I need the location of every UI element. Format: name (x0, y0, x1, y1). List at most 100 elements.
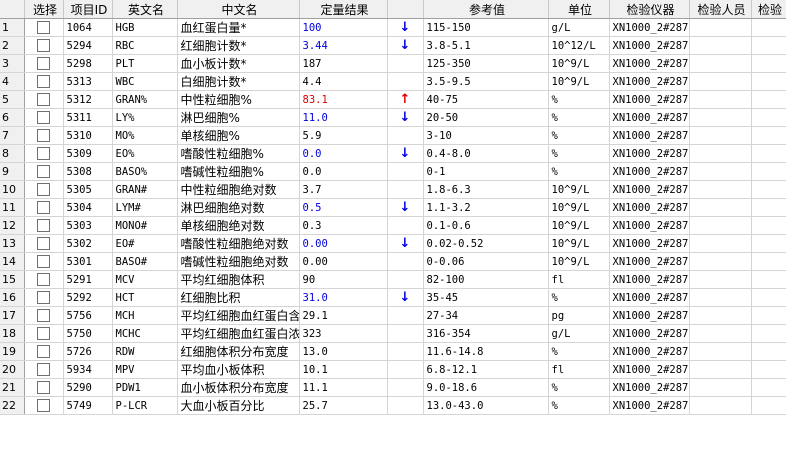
col-header-select[interactable]: 选择 (24, 0, 64, 19)
unit-cell[interactable]: pg (548, 306, 610, 325)
row-number[interactable]: 6 (0, 108, 25, 127)
select-cell[interactable] (24, 288, 64, 307)
item-id-cell[interactable]: 5749 (63, 396, 113, 415)
en-name-cell[interactable]: P-LCR (112, 396, 178, 415)
result-cell[interactable]: 29.1 (299, 306, 388, 325)
result-cell[interactable]: 11.0 (299, 108, 388, 127)
unit-cell[interactable]: 10^9/L (548, 252, 610, 271)
item-id-cell[interactable]: 5298 (63, 54, 113, 73)
reference-cell[interactable]: 3-10 (423, 126, 549, 145)
row-number[interactable]: 19 (0, 342, 25, 361)
result-cell[interactable]: 0.3 (299, 216, 388, 235)
table-row[interactable]: 9 5308BASO%嗜碱性粒细胞%0.0 0-1%XN1000_2#28734 (0, 162, 786, 181)
unit-cell[interactable]: 10^9/L (548, 54, 610, 73)
result-cell[interactable]: 10.1 (299, 360, 388, 379)
instrument-cell[interactable]: XN1000_2#28734 (609, 378, 690, 397)
en-name-cell[interactable]: LY% (112, 108, 178, 127)
select-checkbox[interactable] (37, 183, 50, 197)
row-number[interactable]: 20 (0, 360, 25, 379)
reference-cell[interactable]: 40-75 (423, 90, 549, 109)
en-name-cell[interactable]: GRAN# (112, 180, 178, 199)
reference-cell[interactable]: 27-34 (423, 306, 549, 325)
item-id-cell[interactable]: 5301 (63, 252, 113, 271)
unit-cell[interactable]: fl (548, 360, 610, 379)
row-number[interactable]: 17 (0, 306, 25, 325)
table-row[interactable]: 3 5298 PLT 血小板计数* 187 125-350 10^9/L XN1000_2#2… (0, 54, 786, 73)
result-cell[interactable]: 0.00 (299, 252, 388, 271)
result-cell[interactable]: 11.1 (299, 378, 388, 397)
reference-cell[interactable]: 0.4-8.0 (423, 144, 549, 163)
select-cell[interactable] (24, 180, 64, 199)
select-cell[interactable] (24, 54, 64, 73)
instrument-cell[interactable]: XN1000_2#28734 (609, 126, 690, 145)
reference-cell[interactable]: 1.8-6.3 (423, 180, 549, 199)
row-number[interactable]: 18 (0, 324, 25, 343)
instrument-cell[interactable]: XN1000_2#28734 (609, 216, 690, 235)
verifier-cell[interactable] (751, 108, 786, 127)
row-number[interactable]: 9 (0, 162, 25, 181)
select-checkbox[interactable] (37, 399, 50, 413)
result-cell[interactable]: 90 (299, 270, 388, 289)
cn-name-cell[interactable]: 大血小板百分比 (177, 396, 300, 415)
cn-name-cell[interactable]: 白细胞计数* (177, 72, 300, 91)
item-id-cell[interactable]: 5311 (63, 108, 113, 127)
tester-cell[interactable] (689, 180, 752, 199)
instrument-cell[interactable]: XN1000_2#28734 (609, 252, 690, 271)
item-id-cell[interactable]: 5309 (63, 144, 113, 163)
instrument-cell[interactable]: XN1000_2#28734 (609, 72, 690, 91)
en-name-cell[interactable]: MPV (112, 360, 178, 379)
select-checkbox[interactable] (37, 381, 50, 395)
verifier-cell[interactable] (751, 360, 786, 379)
col-header-flag[interactable] (387, 0, 424, 19)
tester-cell[interactable] (689, 36, 752, 55)
tester-cell[interactable] (689, 198, 752, 217)
row-number[interactable]: 22 (0, 396, 25, 415)
verifier-cell[interactable] (751, 270, 786, 289)
col-header-cn-name[interactable]: 中文名 (177, 0, 300, 19)
tester-cell[interactable] (689, 270, 752, 289)
item-id-cell[interactable]: 5305 (63, 180, 113, 199)
instrument-cell[interactable]: XN1000_2#28734 (609, 54, 690, 73)
select-cell[interactable] (24, 396, 64, 415)
instrument-cell[interactable]: XN1000_2#28734 (609, 360, 690, 379)
unit-cell[interactable]: % (548, 342, 610, 361)
en-name-cell[interactable]: GRAN% (112, 90, 178, 109)
en-name-cell[interactable]: BASO% (112, 162, 178, 181)
select-checkbox[interactable] (37, 345, 50, 359)
cn-name-cell[interactable]: 淋巴细胞% (177, 108, 300, 127)
select-cell[interactable] (24, 360, 64, 379)
verifier-cell[interactable] (751, 36, 786, 55)
verifier-cell[interactable] (751, 324, 786, 343)
unit-cell[interactable]: g/L (548, 18, 610, 37)
item-id-cell[interactable]: 5292 (63, 288, 113, 307)
reference-cell[interactable]: 0.1-0.6 (423, 216, 549, 235)
item-id-cell[interactable]: 5726 (63, 342, 113, 361)
reference-cell[interactable]: 20-50 (423, 108, 549, 127)
instrument-cell[interactable]: XN1000_2#28734 (609, 180, 690, 199)
instrument-cell[interactable]: XN1000_2#28734 (609, 144, 690, 163)
reference-cell[interactable]: 0-0.06 (423, 252, 549, 271)
select-checkbox[interactable] (37, 273, 50, 287)
unit-cell[interactable]: % (548, 90, 610, 109)
reference-cell[interactable]: 3.8-5.1 (423, 36, 549, 55)
item-id-cell[interactable]: 5304 (63, 198, 113, 217)
table-row[interactable]: 10 5305 GRAN# 中性粒细胞绝对数 3.7 1.8-6.3 10^9/L XN100… (0, 180, 786, 199)
select-cell[interactable] (24, 342, 64, 361)
row-number[interactable]: 1 (0, 18, 25, 37)
cn-name-cell[interactable]: 嗜碱性粒细胞绝对数 (177, 252, 300, 271)
row-number[interactable]: 11 (0, 198, 25, 217)
table-row[interactable]: 11 5304 LYM# 淋巴细胞绝对数 0.5 ↓ 1.1-3.2 10^9/L XN1000… (0, 198, 786, 217)
en-name-cell[interactable]: PDW1 (112, 378, 178, 397)
instrument-cell[interactable]: XN1000_2#28734 (609, 270, 690, 289)
tester-cell[interactable] (689, 108, 752, 127)
item-id-cell[interactable]: 5750 (63, 324, 113, 343)
select-cell[interactable] (24, 90, 64, 109)
cn-name-cell[interactable]: 平均血小板体积 (177, 360, 300, 379)
instrument-cell[interactable]: XN1000_2#28734 (609, 234, 690, 253)
row-number[interactable]: 13 (0, 234, 25, 253)
verifier-cell[interactable] (751, 72, 786, 91)
instrument-cell[interactable]: XN1000_2#28734 (609, 36, 690, 55)
verifier-cell[interactable] (751, 216, 786, 235)
item-id-cell[interactable]: 5312 (63, 90, 113, 109)
row-number[interactable]: 10 (0, 180, 25, 199)
